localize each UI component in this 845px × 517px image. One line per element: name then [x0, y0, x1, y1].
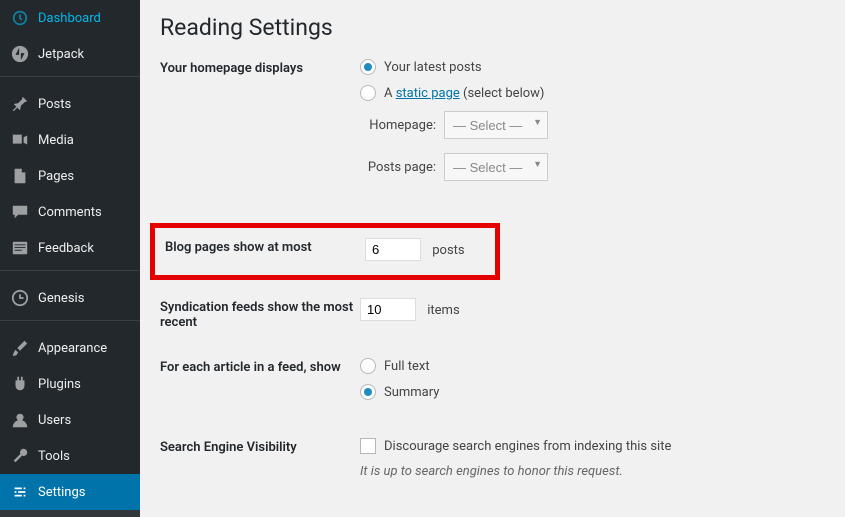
- homepage-displays-row: Your homepage displays Your latest posts…: [160, 59, 825, 195]
- sidebar-item-label: Users: [38, 413, 71, 428]
- page-icon: [10, 166, 30, 186]
- blog-pages-highlight: Blog pages show at most posts: [150, 223, 500, 280]
- radio-full-text-input[interactable]: [360, 358, 376, 374]
- search-engine-desc: It is up to search engines to honor this…: [360, 464, 825, 479]
- sidebar-item-label: Feedback: [38, 241, 94, 256]
- sidebar-item-label: Posts: [38, 97, 71, 112]
- radio-latest-posts-label: Your latest posts: [384, 60, 482, 75]
- homepage-displays-field: Your latest posts A static page (select …: [360, 59, 825, 195]
- blog-pages-unit: posts: [432, 243, 464, 258]
- sidebar-item-label: Genesis: [38, 291, 84, 306]
- radio-static-page-label: A static page (select below): [384, 86, 544, 101]
- settings-icon: [10, 482, 30, 502]
- posts-page-select[interactable]: — Select —: [444, 153, 548, 181]
- search-engine-label: Search Engine Visibility: [160, 438, 360, 479]
- blog-pages-input[interactable]: [365, 238, 421, 261]
- submenu-item-general[interactable]: General: [0, 510, 140, 517]
- brush-icon: [10, 338, 30, 358]
- wrench-icon: [10, 446, 30, 466]
- search-engine-row: Search Engine Visibility Discourage sear…: [160, 438, 825, 479]
- static-page-link[interactable]: static page: [396, 86, 460, 101]
- genesis-icon: [10, 288, 30, 308]
- comment-icon: [10, 202, 30, 222]
- plugin-icon: [10, 374, 30, 394]
- sidebar-item-posts[interactable]: Posts: [0, 86, 140, 122]
- sidebar-separator: [0, 76, 140, 86]
- sidebar-item-feedback[interactable]: Feedback: [0, 230, 140, 266]
- blog-pages-field: posts: [365, 238, 495, 261]
- homepage-displays-label: Your homepage displays: [160, 59, 360, 195]
- syndication-field: items: [360, 298, 825, 330]
- discourage-checkbox[interactable]: [360, 438, 376, 454]
- radio-summary-input[interactable]: [360, 384, 376, 400]
- blog-pages-row: Blog pages show at most posts: [165, 238, 495, 261]
- sidebar-item-label: Settings: [38, 485, 85, 500]
- search-engine-field: Discourage search engines from indexing …: [360, 438, 825, 479]
- blog-pages-label: Blog pages show at most: [165, 238, 365, 261]
- sidebar-item-label: Media: [38, 133, 74, 148]
- sidebar-item-plugins[interactable]: Plugins: [0, 366, 140, 402]
- radio-summary[interactable]: Summary: [360, 384, 825, 400]
- sidebar-item-label: Pages: [38, 169, 74, 184]
- sidebar-item-label: Comments: [38, 205, 102, 220]
- admin-sidebar: Dashboard Jetpack Posts Media Pages Comm…: [0, 0, 140, 517]
- discourage-checkbox-label: Discourage search engines from indexing …: [384, 439, 671, 454]
- sidebar-item-dashboard[interactable]: Dashboard: [0, 0, 140, 36]
- sidebar-item-genesis[interactable]: Genesis: [0, 280, 140, 316]
- sidebar-item-jetpack[interactable]: Jetpack: [0, 36, 140, 72]
- sidebar-item-users[interactable]: Users: [0, 402, 140, 438]
- sidebar-item-label: Jetpack: [38, 47, 84, 62]
- feed-article-row: For each article in a feed, show Full te…: [160, 358, 825, 410]
- main-content: Reading Settings Your homepage displays …: [140, 0, 845, 517]
- sidebar-item-appearance[interactable]: Appearance: [0, 330, 140, 366]
- user-icon: [10, 410, 30, 430]
- feedback-icon: [10, 238, 30, 258]
- page-title: Reading Settings: [160, 14, 825, 41]
- syndication-unit: items: [427, 303, 459, 318]
- sidebar-separator: [0, 270, 140, 280]
- radio-latest-posts-input[interactable]: [360, 59, 376, 75]
- media-icon: [10, 130, 30, 150]
- settings-form: Your homepage displays Your latest posts…: [160, 59, 825, 479]
- syndication-label: Syndication feeds show the most recent: [160, 298, 360, 330]
- radio-latest-posts[interactable]: Your latest posts: [360, 59, 825, 75]
- posts-page-select-row: Posts page: — Select —: [360, 153, 825, 181]
- sidebar-item-pages[interactable]: Pages: [0, 158, 140, 194]
- radio-summary-label: Summary: [384, 385, 439, 400]
- homepage-select[interactable]: — Select —: [444, 111, 548, 139]
- sidebar-item-label: Dashboard: [38, 11, 101, 26]
- syndication-row: Syndication feeds show the most recent i…: [160, 298, 825, 330]
- dashboard-icon: [10, 8, 30, 28]
- syndication-input[interactable]: [360, 298, 416, 321]
- radio-full-text[interactable]: Full text: [360, 358, 825, 374]
- sidebar-item-comments[interactable]: Comments: [0, 194, 140, 230]
- homepage-select-label: Homepage:: [360, 118, 444, 133]
- radio-static-page[interactable]: A static page (select below): [360, 85, 825, 101]
- sidebar-item-label: Plugins: [38, 377, 81, 392]
- radio-full-text-label: Full text: [384, 359, 430, 374]
- pin-icon: [10, 94, 30, 114]
- posts-page-select-label: Posts page:: [360, 160, 444, 175]
- sidebar-item-label: Appearance: [38, 341, 107, 356]
- feed-article-label: For each article in a feed, show: [160, 358, 360, 410]
- settings-submenu: General Writing Reading: [0, 510, 140, 517]
- discourage-checkbox-line[interactable]: Discourage search engines from indexing …: [360, 438, 825, 454]
- feed-article-field: Full text Summary: [360, 358, 825, 410]
- homepage-select-row: Homepage: — Select —: [360, 111, 825, 139]
- sidebar-separator: [0, 320, 140, 330]
- jetpack-icon: [10, 44, 30, 64]
- sidebar-item-settings[interactable]: Settings: [0, 474, 140, 510]
- radio-static-page-input[interactable]: [360, 85, 376, 101]
- sidebar-item-tools[interactable]: Tools: [0, 438, 140, 474]
- sidebar-item-label: Tools: [38, 449, 70, 464]
- sidebar-item-media[interactable]: Media: [0, 122, 140, 158]
